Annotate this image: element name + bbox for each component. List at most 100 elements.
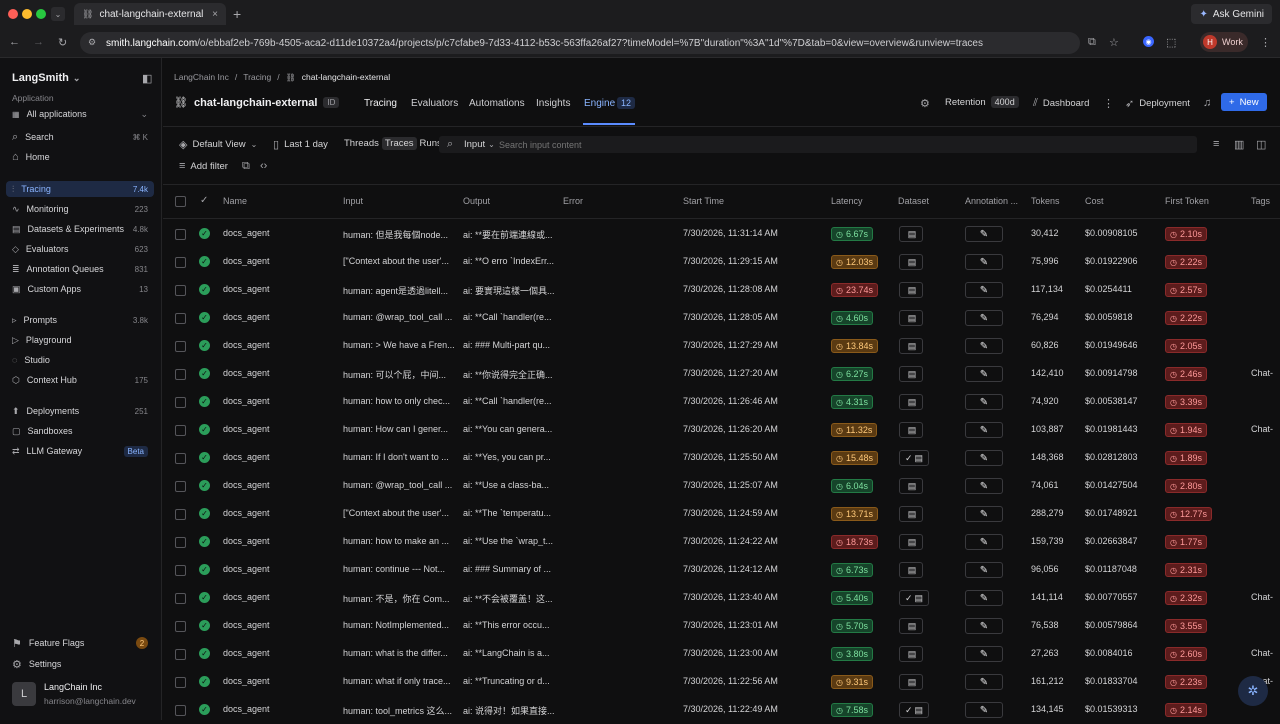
table-row[interactable]: ✓ docs_agent ["Context about the user'... a…: [163, 248, 1280, 276]
annotate-button[interactable]: ✎: [965, 562, 1003, 578]
address-bar[interactable]: ⚙ smith.langchain.com/o/ebbaf2eb-769b-45…: [80, 32, 1080, 54]
row-checkbox[interactable]: [175, 621, 186, 632]
sidebar-item-playground[interactable]: ▷ Playground: [6, 332, 154, 348]
bell-icon[interactable]: ♫: [1203, 97, 1211, 109]
row-checkbox[interactable]: [175, 341, 186, 352]
column-header-output[interactable]: Output: [463, 196, 490, 206]
sidebar-item-context-hub[interactable]: ⬡ Context Hub 175: [6, 372, 154, 388]
add-to-dataset-button[interactable]: ✓ ▤: [899, 450, 930, 466]
row-checkbox[interactable]: [175, 705, 186, 716]
annotate-button[interactable]: ✎: [965, 702, 1003, 718]
run-tag[interactable]: Chat-: [1251, 648, 1273, 658]
minimize-window-button[interactable]: [22, 9, 32, 19]
run-name[interactable]: docs_agent: [223, 284, 270, 294]
annotate-button[interactable]: ✎: [965, 618, 1003, 634]
table-row[interactable]: ✓ docs_agent human: How can I gener... ai: …: [163, 416, 1280, 444]
run-name[interactable]: docs_agent: [223, 648, 270, 658]
run-name[interactable]: docs_agent: [223, 424, 270, 434]
tab-evaluators[interactable]: Evaluators: [411, 98, 458, 109]
sidebar-item-annotation-queues[interactable]: ≣ Annotation Queues 831: [6, 261, 154, 277]
columns-icon[interactable]: ▥: [1234, 138, 1244, 151]
add-to-dataset-button[interactable]: ▤: [899, 646, 923, 662]
table-row[interactable]: ✓ docs_agent human: how to only chec... ai:…: [163, 388, 1280, 416]
column-header-tokens[interactable]: Tokens: [1031, 196, 1060, 206]
run-tag[interactable]: Chat-: [1251, 592, 1273, 602]
annotate-button[interactable]: ✎: [965, 254, 1003, 270]
sliders-icon[interactable]: ≡: [1213, 138, 1219, 150]
run-name[interactable]: docs_agent: [223, 620, 270, 630]
search-field-selector[interactable]: Input ⌄: [464, 139, 495, 150]
add-to-dataset-button[interactable]: ▤: [899, 422, 923, 438]
table-row[interactable]: ✓ docs_agent human: If I don't want to ...…: [163, 444, 1280, 472]
run-name[interactable]: docs_agent: [223, 312, 270, 322]
search-button[interactable]: ⌕ Search ⌘ K: [6, 129, 154, 145]
tab-search-icon[interactable]: ⌄: [51, 7, 65, 21]
column-header-tags[interactable]: Tags: [1251, 196, 1270, 206]
run-name[interactable]: docs_agent: [223, 340, 270, 350]
run-name[interactable]: docs_agent: [223, 368, 270, 378]
add-to-dataset-button[interactable]: ▤: [899, 562, 923, 578]
sidebar-item-studio[interactable]: ◌ Studio: [6, 352, 154, 368]
ask-gemini-button[interactable]: ✦ Ask Gemini: [1191, 4, 1272, 24]
row-checkbox[interactable]: [175, 425, 186, 436]
sidebar-item-datasets-experiments[interactable]: ▤ Datasets & Experiments 4.8k: [6, 221, 154, 237]
annotate-button[interactable]: ✎: [965, 450, 1003, 466]
annotate-button[interactable]: ✎: [965, 226, 1003, 242]
tab-automations[interactable]: Automations: [469, 98, 525, 109]
run-name[interactable]: docs_agent: [223, 452, 270, 462]
annotate-button[interactable]: ✎: [965, 422, 1003, 438]
run-name[interactable]: docs_agent: [223, 228, 270, 238]
new-button[interactable]: + New: [1221, 93, 1267, 111]
column-header-cost[interactable]: Cost: [1085, 196, 1104, 206]
run-name[interactable]: docs_agent: [223, 396, 270, 406]
annotate-button[interactable]: ✎: [965, 590, 1003, 606]
panel-icon[interactable]: ◫: [1256, 138, 1266, 151]
column-header-dataset[interactable]: Dataset: [898, 196, 929, 206]
add-to-dataset-button[interactable]: ▤: [899, 282, 923, 298]
add-to-dataset-button[interactable]: ▤: [899, 226, 923, 242]
search-input[interactable]: [499, 138, 1179, 151]
time-range-selector[interactable]: ▯ Last 1 day: [273, 138, 328, 151]
table-row[interactable]: ✓ docs_agent ["Context about the user'... a…: [163, 500, 1280, 528]
add-to-dataset-button[interactable]: ▤: [899, 478, 923, 494]
dashboard-button[interactable]: ⫽ Dashboard: [1033, 97, 1089, 110]
select-all-checkbox[interactable]: [175, 196, 186, 207]
code-icon[interactable]: ‹›: [260, 160, 267, 172]
run-name[interactable]: docs_agent: [223, 676, 270, 686]
install-app-icon[interactable]: ⧉: [1088, 36, 1096, 49]
add-filter-button[interactable]: ≡ Add filter: [179, 160, 228, 172]
run-name[interactable]: docs_agent: [223, 564, 270, 574]
collapse-sidebar-icon[interactable]: ◧: [142, 72, 152, 85]
sidebar-item-llm-gateway[interactable]: ⇄ LLM Gateway Beta: [6, 443, 154, 459]
column-header-annotation[interactable]: Annotation ...: [965, 196, 1018, 206]
annotate-button[interactable]: ✎: [965, 282, 1003, 298]
sidebar-item-tracing[interactable]: ⫶ Tracing 7.4k: [6, 181, 154, 197]
app-selector[interactable]: ▦ All applications ⌄: [6, 106, 154, 122]
bookmark-star-icon[interactable]: ☆: [1109, 36, 1119, 49]
table-row[interactable]: ✓ docs_agent human: 可以个屁，中间... ai: **你说得完全正…: [163, 360, 1280, 388]
toggle-threads[interactable]: Threads: [341, 137, 382, 150]
profile-button[interactable]: H Work: [1200, 32, 1248, 52]
annotate-button[interactable]: ✎: [965, 674, 1003, 690]
sidebar-item-prompts[interactable]: ▹ Prompts 3.8k: [6, 312, 154, 328]
browser-menu-icon[interactable]: ⋮: [1260, 36, 1271, 49]
table-row[interactable]: ✓ docs_agent human: 但是我每個node... ai: **要在前端…: [163, 220, 1280, 248]
annotate-button[interactable]: ✎: [965, 534, 1003, 550]
row-checkbox[interactable]: [175, 257, 186, 268]
add-to-dataset-button[interactable]: ▤: [899, 674, 923, 690]
add-to-dataset-button[interactable]: ▤: [899, 534, 923, 550]
column-header-error[interactable]: Error: [563, 196, 583, 206]
row-checkbox[interactable]: [175, 593, 186, 604]
run-tag[interactable]: Chat-: [1251, 368, 1273, 378]
settings-icon[interactable]: ⚙: [920, 97, 930, 110]
run-name[interactable]: docs_agent: [223, 592, 270, 602]
tab-tracing[interactable]: Tracing: [364, 98, 397, 109]
toggle-traces[interactable]: Traces: [381, 137, 417, 150]
table-row[interactable]: ✓ docs_agent human: what is the differ... a…: [163, 640, 1280, 668]
view-selector[interactable]: ◈ Default View ⌄: [179, 138, 257, 151]
row-checkbox[interactable]: [175, 285, 186, 296]
row-checkbox[interactable]: [175, 229, 186, 240]
breadcrumb-section[interactable]: Tracing: [243, 72, 271, 82]
run-name[interactable]: docs_agent: [223, 480, 270, 490]
column-header-first-token[interactable]: First Token: [1165, 196, 1209, 206]
